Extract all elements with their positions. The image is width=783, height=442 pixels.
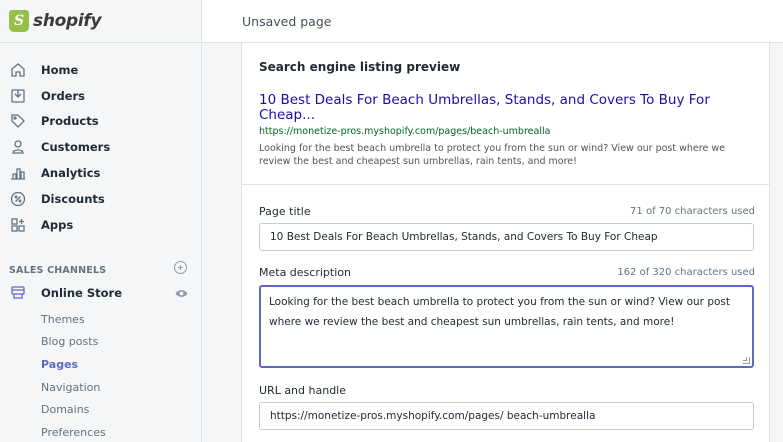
brand-name: shopify xyxy=(33,11,102,31)
sidebar-item-label: Products xyxy=(41,114,99,129)
sidebar-item-customers[interactable]: Customers xyxy=(0,134,202,160)
resize-handle[interactable] xyxy=(743,357,750,364)
page-title-char-count: 71 of 70 characters used xyxy=(630,206,755,217)
page-title-label: Page title xyxy=(259,205,311,218)
apps-icon xyxy=(9,216,27,234)
online-store-subnav: Themes Blog posts Pages Navigation Domai… xyxy=(41,308,106,442)
seo-card: Search engine listing preview 10 Best De… xyxy=(241,43,770,442)
subnav-item-preferences[interactable]: Preferences xyxy=(41,421,106,442)
sidebar-item-products[interactable]: Products xyxy=(0,109,202,135)
sidebar-item-orders[interactable]: Orders xyxy=(0,83,202,109)
top-bar: Unsaved page xyxy=(202,0,783,43)
main-content: Search engine listing preview 10 Best De… xyxy=(202,43,783,442)
shopify-bag-icon xyxy=(9,10,29,32)
sidebar-item-online-store[interactable]: Online Store xyxy=(0,283,202,303)
sidebar-item-label: Orders xyxy=(41,88,85,103)
sidebar-item-discounts[interactable]: Discounts xyxy=(0,186,202,212)
meta-description-textarea[interactable]: Looking for the best beach umbrella to p… xyxy=(259,285,754,368)
seo-preview-url: https://monetize-pros.myshopify.com/page… xyxy=(259,126,551,137)
seo-preview-heading: Search engine listing preview xyxy=(259,60,461,74)
seo-preview-title: 10 Best Deals For Beach Umbrellas, Stand… xyxy=(259,92,710,123)
sidebar-item-label: Customers xyxy=(41,140,111,155)
meta-description-label: Meta description xyxy=(259,266,351,279)
meta-description-char-count: 162 of 320 characters used xyxy=(617,267,755,278)
url-handle-input[interactable]: https://monetize-pros.myshopify.com/page… xyxy=(259,402,754,430)
tag-icon xyxy=(9,112,27,130)
subnav-item-themes[interactable]: Themes xyxy=(41,308,106,331)
sidebar-item-label: Home xyxy=(41,62,79,77)
eye-icon[interactable] xyxy=(175,287,188,297)
store-icon xyxy=(9,283,27,301)
page-title: Unsaved page xyxy=(242,14,332,29)
plus-circle-icon[interactable] xyxy=(174,261,187,274)
divider xyxy=(242,184,769,185)
sales-channels-header: SALES CHANNELS xyxy=(9,261,189,276)
subnav-item-domains[interactable]: Domains xyxy=(41,398,106,421)
sales-channels-title: SALES CHANNELS xyxy=(9,265,107,276)
subnav-item-navigation[interactable]: Navigation xyxy=(41,376,106,399)
sidebar-item-analytics[interactable]: Analytics xyxy=(0,160,202,186)
subnav-item-pages[interactable]: Pages xyxy=(41,353,106,376)
subnav-item-blog-posts[interactable]: Blog posts xyxy=(41,331,106,354)
sidebar-item-label: Online Store xyxy=(41,286,122,300)
sidebar-item-apps[interactable]: Apps xyxy=(0,212,202,238)
main-nav: Home Orders Products Customers Analytics xyxy=(0,57,202,238)
bar-chart-icon xyxy=(9,164,27,182)
sidebar: shopify Home Orders Products Customers xyxy=(0,0,202,442)
url-handle-label: URL and handle xyxy=(259,384,347,397)
sidebar-item-home[interactable]: Home xyxy=(0,57,202,83)
brand[interactable]: shopify xyxy=(0,0,201,43)
sidebar-item-label: Apps xyxy=(41,217,74,232)
sidebar-item-label: Discounts xyxy=(41,191,105,206)
orders-icon xyxy=(9,87,27,105)
meta-description-text: Looking for the best beach umbrella to p… xyxy=(269,296,731,328)
seo-preview-description: Looking for the best beach umbrella to p… xyxy=(259,143,725,167)
discount-icon xyxy=(9,190,27,208)
person-icon xyxy=(9,138,27,156)
page-title-input[interactable]: 10 Best Deals For Beach Umbrellas, Stand… xyxy=(259,223,754,251)
sidebar-item-label: Analytics xyxy=(41,166,101,181)
home-icon xyxy=(9,61,27,79)
